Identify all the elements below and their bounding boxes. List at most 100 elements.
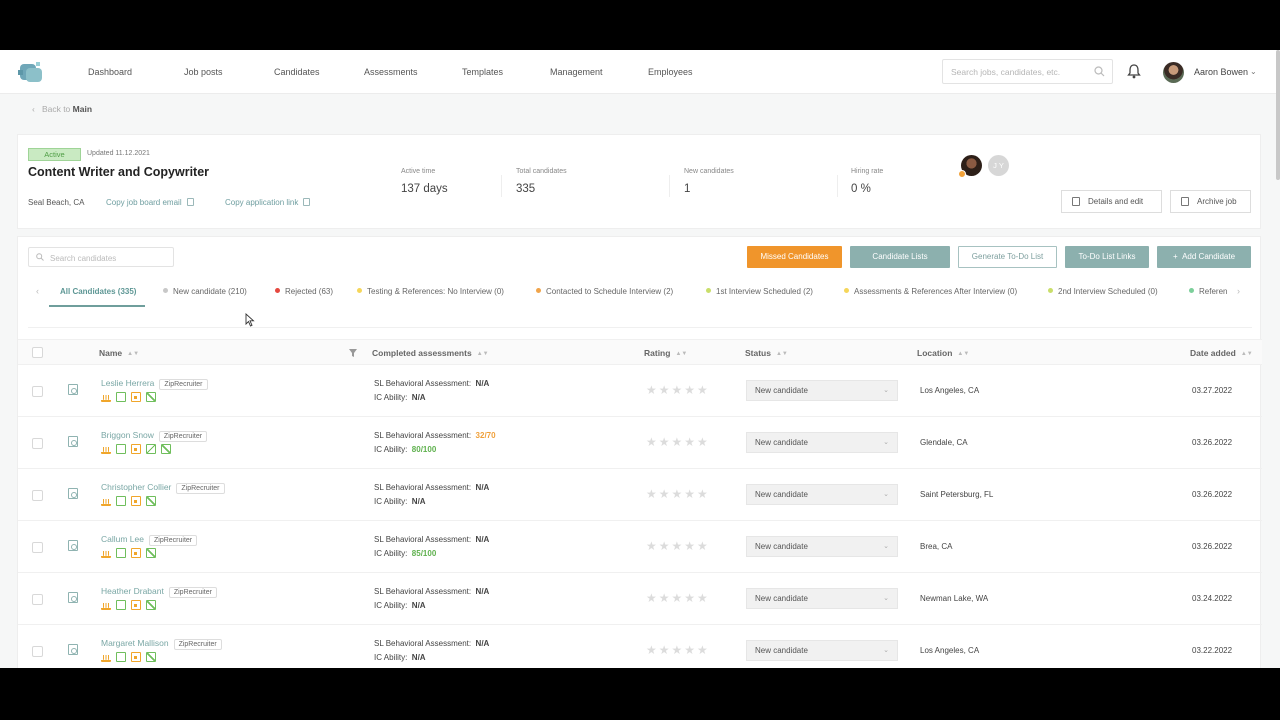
star-rating[interactable]: ★★★★★ xyxy=(646,487,710,501)
row-checkbox[interactable] xyxy=(32,594,43,605)
id-card-icon[interactable] xyxy=(131,496,141,506)
page-scrollbar[interactable] xyxy=(1276,50,1280,180)
chevron-right-icon[interactable]: › xyxy=(1237,286,1240,296)
edit-icon[interactable] xyxy=(146,652,156,662)
status-dropdown[interactable]: New candidate ⌄ xyxy=(746,536,898,557)
candidate-name[interactable]: Leslie Herrera ZipRecruiter xyxy=(101,378,208,390)
missed-candidates-button[interactable]: Missed Candidates xyxy=(747,246,842,268)
column-header-location[interactable]: Location ▲▼ xyxy=(917,348,969,358)
archive-job-button[interactable]: Archive job xyxy=(1170,190,1251,213)
star-rating[interactable]: ★★★★★ xyxy=(646,435,710,449)
profile-card-icon[interactable] xyxy=(68,384,78,395)
notification-bell-icon[interactable] xyxy=(1127,63,1141,79)
team-member-initials-avatar[interactable]: J Y xyxy=(988,155,1009,176)
edit-icon[interactable] xyxy=(146,600,156,610)
id-card-icon[interactable] xyxy=(131,652,141,662)
tab-testing-references[interactable]: Testing & References: No Interview (0) xyxy=(357,287,504,296)
star-rating[interactable]: ★★★★★ xyxy=(646,383,710,397)
search-icon[interactable] xyxy=(1094,66,1105,77)
candidate-name[interactable]: Heather Drabant ZipRecruiter xyxy=(101,586,217,598)
profile-card-icon[interactable] xyxy=(68,540,78,551)
tab-second-interview[interactable]: 2nd Interview Scheduled (0) xyxy=(1048,287,1158,296)
company-logo-icon[interactable] xyxy=(16,60,46,86)
bar-chart-icon[interactable] xyxy=(101,548,111,558)
id-card-icon[interactable] xyxy=(131,392,141,402)
global-search-input[interactable] xyxy=(943,60,1083,83)
todo-list-links-button[interactable]: To-Do List Links xyxy=(1065,246,1149,268)
edit-icon[interactable] xyxy=(146,496,156,506)
document-icon[interactable] xyxy=(116,600,126,610)
table-row[interactable]: Briggon Snow ZipRecruiter SL Behavioral A… xyxy=(18,417,1262,469)
bar-chart-icon[interactable] xyxy=(101,600,111,610)
add-candidate-button[interactable]: + Add Candidate xyxy=(1157,246,1251,268)
star-rating[interactable]: ★★★★★ xyxy=(646,643,710,657)
column-header-name[interactable]: Name ▲▼ xyxy=(99,348,139,358)
edit-icon[interactable] xyxy=(146,548,156,558)
bar-chart-icon[interactable] xyxy=(101,444,111,454)
candidate-search-input[interactable] xyxy=(29,249,149,268)
document-icon[interactable] xyxy=(116,496,126,506)
table-row[interactable]: Leslie Herrera ZipRecruiter SL Behavioral… xyxy=(18,365,1262,417)
chevron-down-icon[interactable]: ⌄ xyxy=(1250,67,1257,76)
nav-employees[interactable]: Employees xyxy=(648,67,693,77)
profile-card-icon[interactable] xyxy=(68,644,78,655)
tab-all-candidates[interactable]: All Candidates (335) xyxy=(60,287,136,296)
table-row[interactable]: Heather Drabant ZipRecruiter SL Behaviora… xyxy=(18,573,1262,625)
row-checkbox[interactable] xyxy=(32,438,43,449)
table-row[interactable]: Christopher Collier ZipRecruiter SL Behav… xyxy=(18,469,1262,521)
profile-card-icon[interactable] xyxy=(68,436,78,447)
table-row[interactable]: Callum Lee ZipRecruiter SL Behavioral Ass… xyxy=(18,521,1262,573)
status-dropdown[interactable]: New candidate ⌄ xyxy=(746,484,898,505)
generate-todo-list-button[interactable]: Generate To-Do List xyxy=(958,246,1057,268)
candidate-name[interactable]: Briggon Snow ZipRecruiter xyxy=(101,430,208,442)
status-dropdown[interactable]: New candidate ⌄ xyxy=(746,588,898,609)
tab-contacted-to-schedule[interactable]: Contacted to Schedule Interview (2) xyxy=(536,287,673,296)
filter-icon[interactable] xyxy=(349,349,357,357)
star-rating[interactable]: ★★★★★ xyxy=(646,539,710,553)
user-name[interactable]: Aaron Bowen xyxy=(1194,67,1248,77)
tab-references[interactable]: Referen xyxy=(1189,287,1227,296)
column-header-date-added[interactable]: Date added ▲▼ xyxy=(1190,348,1253,358)
document-icon[interactable] xyxy=(116,548,126,558)
column-header-assessments[interactable]: Completed assessments ▲▼ xyxy=(372,348,489,358)
nav-management[interactable]: Management xyxy=(550,67,603,77)
mail-icon[interactable] xyxy=(146,444,156,454)
nav-dashboard[interactable]: Dashboard xyxy=(88,67,132,77)
candidate-name[interactable]: Margaret Mallison ZipRecruiter xyxy=(101,638,222,650)
bar-chart-icon[interactable] xyxy=(101,652,111,662)
edit-icon[interactable] xyxy=(161,444,171,454)
row-checkbox[interactable] xyxy=(32,490,43,501)
chevron-left-icon[interactable]: ‹ xyxy=(36,286,39,296)
document-icon[interactable] xyxy=(116,444,126,454)
copy-application-link[interactable]: Copy application link xyxy=(225,198,311,207)
row-checkbox[interactable] xyxy=(32,542,43,553)
status-dropdown[interactable]: New candidate ⌄ xyxy=(746,640,898,661)
candidate-lists-button[interactable]: Candidate Lists xyxy=(850,246,950,268)
copy-job-board-email-link[interactable]: Copy job board email xyxy=(106,198,194,207)
back-to-main-link[interactable]: ‹ Back to Main xyxy=(32,104,92,114)
tab-new-candidate[interactable]: New candidate (210) xyxy=(163,287,247,296)
tab-assessments-after-interview[interactable]: Assessments & References After Interview… xyxy=(844,287,1017,296)
profile-card-icon[interactable] xyxy=(68,592,78,603)
id-card-icon[interactable] xyxy=(131,548,141,558)
table-row[interactable]: Margaret Mallison ZipRecruiter SL Behavio… xyxy=(18,625,1262,668)
nav-job-posts[interactable]: Job posts xyxy=(184,67,223,77)
tab-first-interview[interactable]: 1st Interview Scheduled (2) xyxy=(706,287,813,296)
status-dropdown[interactable]: New candidate ⌄ xyxy=(746,432,898,453)
id-card-icon[interactable] xyxy=(131,600,141,610)
bar-chart-icon[interactable] xyxy=(101,392,111,402)
bar-chart-icon[interactable] xyxy=(101,496,111,506)
select-all-checkbox[interactable] xyxy=(32,347,43,358)
status-dropdown[interactable]: New candidate ⌄ xyxy=(746,380,898,401)
nav-templates[interactable]: Templates xyxy=(462,67,503,77)
user-avatar[interactable] xyxy=(1163,62,1184,83)
nav-assessments[interactable]: Assessments xyxy=(364,67,418,77)
candidate-name[interactable]: Callum Lee ZipRecruiter xyxy=(101,534,198,546)
star-rating[interactable]: ★★★★★ xyxy=(646,591,710,605)
row-checkbox[interactable] xyxy=(32,386,43,397)
row-checkbox[interactable] xyxy=(32,646,43,657)
nav-candidates[interactable]: Candidates xyxy=(274,67,320,77)
profile-card-icon[interactable] xyxy=(68,488,78,499)
column-header-rating[interactable]: Rating ▲▼ xyxy=(644,348,687,358)
column-header-status[interactable]: Status ▲▼ xyxy=(745,348,788,358)
